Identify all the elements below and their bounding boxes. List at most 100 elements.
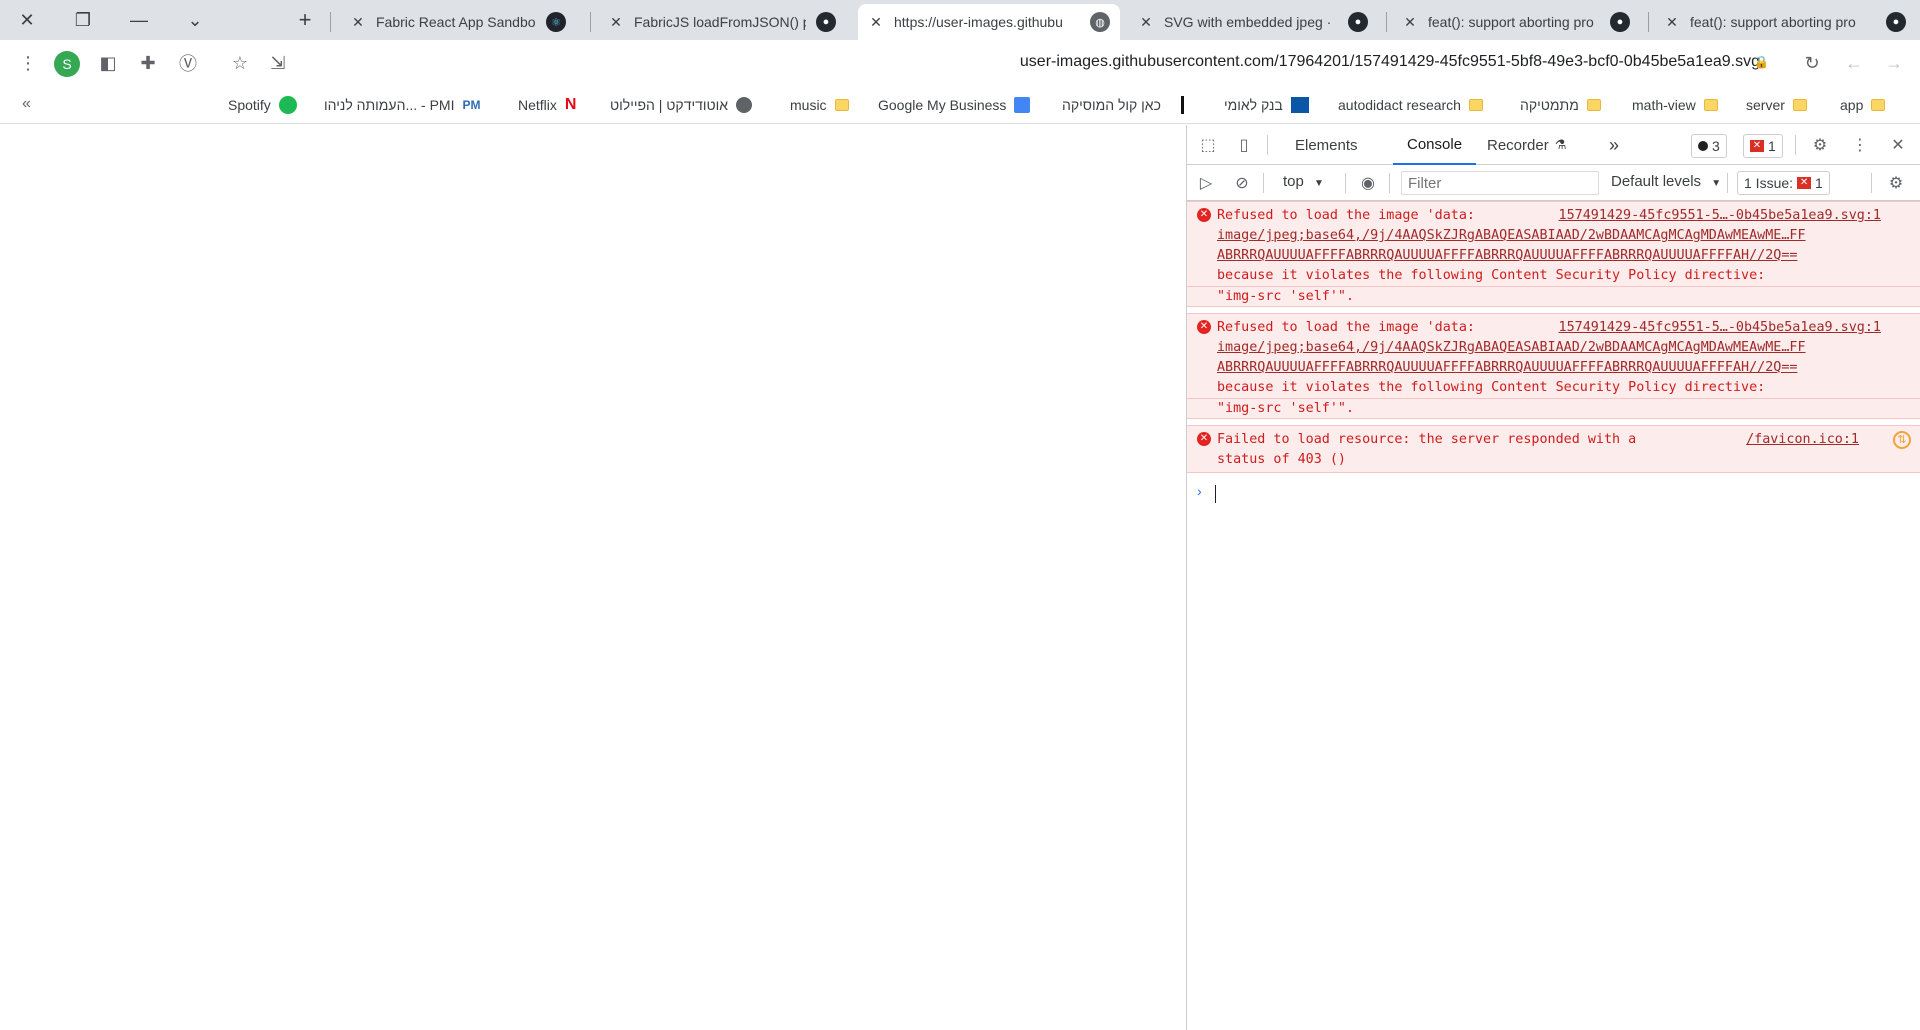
message-data-link[interactable]: image/jpeg;base64,/9j/4AAQSkZJRgABAQEASA… (1217, 226, 1806, 246)
bookmark-label: העמותה לניהו... - PMI (324, 97, 455, 113)
lock-icon[interactable]: 🔒 (1754, 55, 1769, 69)
bookmark-app[interactable]: app (1840, 86, 1886, 124)
tab-active-svg[interactable]: ✕ https://user-images.githubu ◍ (858, 4, 1120, 40)
close-icon[interactable]: ✕ (1402, 14, 1418, 31)
close-icon[interactable]: ✕ (868, 14, 884, 31)
close-icon[interactable]: ✕ (350, 14, 366, 31)
github-icon: ● (1886, 12, 1906, 32)
folder-icon (834, 99, 849, 111)
message-source-link[interactable]: 157491429-45fc9551-5…-0b45be5a1ea9.svg:1 (1559, 206, 1881, 226)
vpn-extension-icon[interactable]: Ⓥ (174, 49, 202, 77)
message-line: Refused to load the image 'data: (1217, 320, 1475, 335)
device-toolbar-icon[interactable]: ▯ (1233, 134, 1255, 156)
message-data-link[interactable]: ABRRRQAUUUUAFFFFABRRRQAUUUUAFFFFABRRRQAU… (1217, 358, 1797, 378)
tab-search-icon[interactable]: ⌄ (170, 0, 220, 40)
tab-console[interactable]: Console (1393, 125, 1477, 165)
separator (1267, 135, 1268, 155)
profile-avatar[interactable]: S (54, 51, 80, 77)
settings-gear-icon[interactable]: ⚙ (1809, 134, 1831, 156)
address-bar-url[interactable]: user-images.githubusercontent.com/179642… (1020, 53, 1760, 71)
bookmark-label: בנק לאומי (1224, 97, 1283, 113)
back-arrow-icon[interactable]: ← (1840, 49, 1868, 77)
tab-fabricjs-loadfromjson[interactable]: ✕ FabricJS loadFromJSON() p ● (598, 4, 846, 40)
context-selector[interactable]: top ▼ (1283, 173, 1324, 190)
reload-icon[interactable]: ↻ (1798, 49, 1826, 77)
bookmark-math-hebrew[interactable]: מתמטיקה (1520, 86, 1601, 124)
close-window-icon[interactable]: ✕ (2, 0, 52, 40)
forward-arrow-icon[interactable]: → (1880, 49, 1908, 77)
message-line: because it violates the following Conten… (1217, 380, 1766, 395)
restore-window-icon[interactable]: ❐ (58, 0, 108, 40)
error-circle-icon: ✕ (1197, 208, 1211, 222)
tab-title: SVG with embedded jpeg · (1164, 14, 1332, 30)
tab-svg-embedded-jpeg[interactable]: ✕ SVG with embedded jpeg · ● (1128, 4, 1378, 40)
issues-button[interactable]: 1 Issue: ✕ 1 (1737, 171, 1830, 195)
bookmark-autodidact-research[interactable]: autodidact research (1338, 86, 1483, 124)
tab-title: FabricJS loadFromJSON() p (634, 14, 806, 30)
message-source-link[interactable]: 157491429-45fc9551-5…-0b45be5a1ea9.svg:1 (1559, 318, 1881, 338)
minimize-window-icon[interactable]: — (114, 0, 164, 40)
sidebar-toggle-icon[interactable]: ▷ (1195, 172, 1217, 194)
bookmark-star-icon[interactable]: ☆ (226, 49, 254, 77)
inspect-element-icon[interactable]: ⬚ (1197, 134, 1219, 156)
github-icon: ● (816, 12, 836, 32)
folder-icon (1871, 99, 1886, 111)
bookmark-math-view[interactable]: math-view (1632, 86, 1718, 124)
message-data-link[interactable]: ABRRRQAUUUUAFFFFABRRRQAUUUUAFFFFABRRRQAU… (1217, 246, 1797, 266)
bookmark-server[interactable]: server (1746, 86, 1807, 124)
gmb-icon (1014, 97, 1031, 113)
bookmark-netflix[interactable]: Netflix N (518, 86, 576, 124)
close-devtools-icon[interactable]: ✕ (1887, 134, 1909, 156)
message-line: status of 403 () (1217, 452, 1346, 467)
side-panel-icon[interactable]: ◧ (94, 49, 122, 77)
tab-separator (1648, 12, 1649, 32)
messages-counter[interactable]: 3 (1691, 134, 1727, 158)
eye-icon[interactable]: ◉ (1357, 172, 1379, 194)
message-line: because it violates the following Conten… (1217, 268, 1766, 283)
message-data-link[interactable]: image/jpeg;base64,/9j/4AAQSkZJRgABAQEASA… (1217, 338, 1806, 358)
message-line: Failed to load resource: the server resp… (1217, 432, 1637, 447)
tab-separator (330, 12, 331, 32)
new-tab-button[interactable]: + (290, 6, 320, 34)
log-levels-dropdown[interactable]: Default levels ▼ (1611, 173, 1721, 190)
message-source-link[interactable]: /favicon.ico:1 (1746, 430, 1859, 450)
close-icon[interactable]: ✕ (608, 14, 624, 31)
bookmark-pmi[interactable]: העמותה לניהו... - PMI PM (324, 86, 480, 124)
clear-console-icon[interactable]: ⊘ (1231, 172, 1253, 194)
tab-fabric-react[interactable]: ✕ Fabric React App Sandbox ⚛ (340, 4, 576, 40)
message-line: "img-src 'self'". (1217, 401, 1355, 416)
extensions-icon[interactable]: ✚ (134, 49, 162, 77)
error-circle-icon: ✕ (1197, 432, 1211, 446)
messages-count: 3 (1712, 138, 1720, 154)
bank-icon (1290, 97, 1309, 113)
errors-count: 1 (1768, 138, 1776, 154)
bookmark-kan-music[interactable]: כאן קול המוסיקה (1062, 86, 1184, 124)
tab-recorder[interactable]: Recorder ⚗ (1487, 125, 1566, 165)
menu-kebab-icon[interactable]: ⋮ (14, 49, 42, 77)
bookmark-spotify[interactable]: Spotify (228, 86, 297, 124)
console-input-caret[interactable] (1215, 485, 1216, 503)
bookmarks-overflow-button[interactable]: « (22, 95, 31, 113)
tab-feat-aborting-2[interactable]: ✕ feat(): support aborting pro ● (1654, 4, 1916, 40)
filter-input[interactable] (1401, 171, 1599, 195)
share-icon[interactable]: ⇲ (264, 49, 292, 77)
bookmark-google-my-business[interactable]: Google My Business (878, 86, 1031, 124)
levels-label: Default levels (1611, 173, 1702, 190)
tab-feat-aborting-1[interactable]: ✕ feat(): support aborting pro ● (1392, 4, 1640, 40)
network-request-icon[interactable]: ⇅ (1893, 431, 1911, 449)
console-settings-gear-icon[interactable]: ⚙ (1885, 172, 1907, 194)
bookmark-bank-leumi[interactable]: בנק לאומי (1224, 86, 1309, 124)
close-icon[interactable]: ✕ (1664, 14, 1680, 31)
errors-counter[interactable]: ✕ 1 (1743, 134, 1783, 158)
bookmark-label: app (1840, 97, 1864, 113)
tab-elements[interactable]: Elements (1295, 125, 1358, 165)
error-icon: ✕ (1797, 177, 1812, 189)
more-tabs-button[interactable]: » (1609, 125, 1619, 165)
bookmark-music[interactable]: music (790, 86, 849, 124)
tab-separator (1386, 12, 1387, 32)
bookmark-autodidact-pilot[interactable]: אוטודידקט | הפיילוט (610, 86, 753, 124)
close-icon[interactable]: ✕ (1138, 14, 1154, 31)
console-filter-bar: ▷ ⊘ top ▼ ◉ Default levels ▼ 1 Issue: ✕ … (1187, 165, 1920, 201)
kebab-menu-icon[interactable]: ⋮ (1849, 134, 1871, 156)
separator (1345, 173, 1346, 193)
